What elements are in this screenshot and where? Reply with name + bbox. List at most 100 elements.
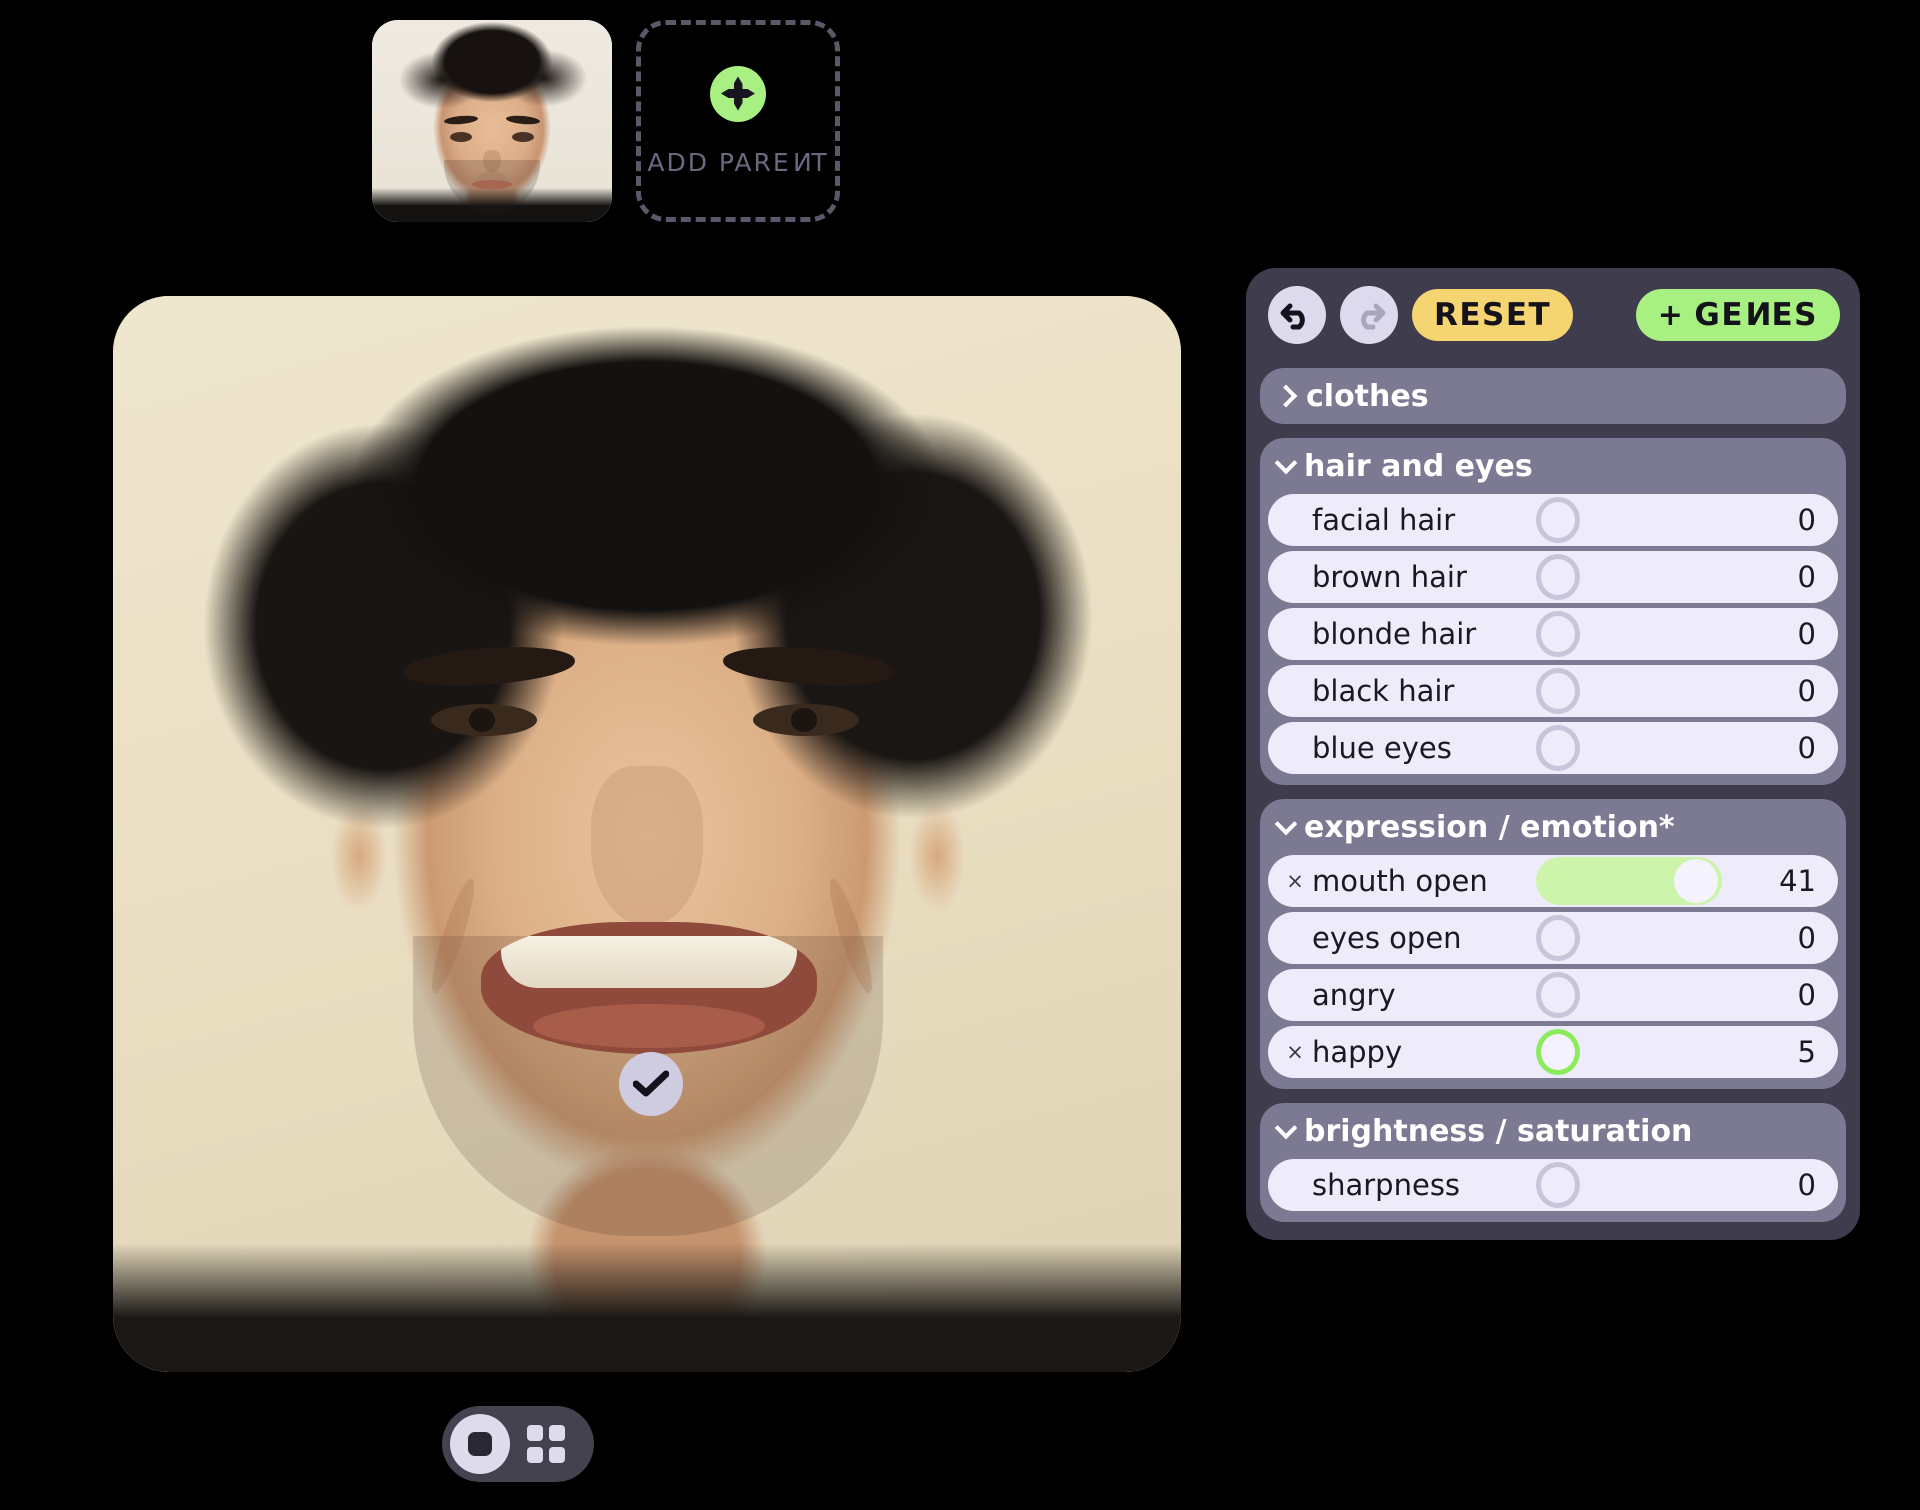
slider-track[interactable]	[1536, 857, 1722, 905]
gene-row[interactable]: ×angry0	[1268, 969, 1838, 1021]
gene-label: eyes open	[1312, 921, 1462, 955]
gene-row[interactable]: ×black hair0	[1268, 665, 1838, 717]
main-mouth	[481, 922, 817, 1054]
check-icon[interactable]	[619, 1052, 683, 1116]
slider-knob[interactable]	[1536, 915, 1580, 961]
gene-group: brightness / saturation×sharpness0	[1260, 1103, 1846, 1222]
gene-panel-toolbar: RESET + GENES	[1260, 282, 1846, 354]
slider-knob[interactable]	[1536, 497, 1580, 543]
gene-row[interactable]: × mouth open 41	[1268, 855, 1838, 907]
parent-brow-right	[505, 114, 541, 126]
remove-gene-icon[interactable]: ×	[1282, 1040, 1308, 1064]
main-lower-lip	[533, 1004, 765, 1048]
main-eye-left	[431, 704, 537, 736]
gene-slider[interactable]	[1536, 667, 1580, 715]
gene-slider[interactable]	[1536, 1028, 1580, 1076]
gene-row[interactable]: ×brown hair0	[1268, 551, 1838, 603]
gene-slider[interactable]	[1536, 553, 1580, 601]
grid-view-icon[interactable]	[516, 1414, 576, 1474]
chevron-down-icon	[1274, 812, 1298, 835]
gene-label: brown hair	[1312, 560, 1467, 594]
gene-row[interactable]: × happy 5	[1268, 1026, 1838, 1078]
plus-icon	[710, 65, 766, 122]
parent-brow-left	[443, 114, 479, 126]
parent-thumbnail[interactable]	[372, 20, 612, 222]
slider-knob[interactable]	[1536, 668, 1580, 714]
gene-slider[interactable]	[1536, 610, 1580, 658]
gene-row[interactable]: ×blonde hair0	[1268, 608, 1838, 660]
gene-group-header-expression-emotion-[interactable]: expression / emotion*	[1260, 799, 1846, 855]
reset-button[interactable]: RESET	[1412, 289, 1574, 341]
gene-label: happy	[1312, 1035, 1403, 1069]
add-parent-button[interactable]: ADD PARENT	[636, 20, 840, 222]
gene-slider[interactable]	[1536, 1161, 1580, 1209]
gene-value: 0	[1797, 617, 1816, 651]
app-root: ADD PARENT RESET + GENES clothes hair an…	[0, 0, 1920, 1510]
gene-row[interactable]: ×blue eyes0	[1268, 722, 1838, 774]
gene-value: 0	[1797, 731, 1816, 765]
gene-group-title: hair and eyes	[1304, 448, 1533, 484]
main-portrait-image	[113, 296, 1181, 1372]
gene-group-header-clothes[interactable]: clothes	[1260, 368, 1846, 424]
gene-value: 5	[1797, 1035, 1816, 1069]
single-view-icon[interactable]	[450, 1414, 510, 1474]
redo-icon[interactable]	[1340, 286, 1398, 344]
main-nose	[591, 766, 703, 926]
slider-knob[interactable]	[1536, 554, 1580, 600]
gene-label: angry	[1312, 978, 1396, 1012]
gene-value: 0	[1797, 1168, 1816, 1202]
grid-cell	[549, 1425, 565, 1441]
gene-group: hair and eyes×facial hair0×brown hair0×b…	[1260, 438, 1846, 785]
gene-group-header-hair-and-eyes[interactable]: hair and eyes	[1260, 438, 1846, 494]
remove-gene-icon[interactable]: ×	[1282, 869, 1308, 893]
gene-label: mouth open	[1312, 864, 1488, 898]
gene-value: 0	[1797, 674, 1816, 708]
gene-slider[interactable]	[1536, 857, 1722, 905]
plus-icon: +	[1657, 297, 1685, 333]
gene-group: clothes	[1260, 368, 1846, 424]
slider-knob[interactable]	[1536, 972, 1580, 1018]
gene-label: black hair	[1312, 674, 1455, 708]
add-genes-label: GENES	[1694, 297, 1818, 333]
chevron-right-icon	[1274, 384, 1298, 408]
gene-label: sharpness	[1312, 1168, 1461, 1202]
grid-cell	[549, 1447, 565, 1463]
view-mode-toolbar	[442, 1406, 594, 1482]
parent-mouth	[472, 180, 512, 189]
gene-row[interactable]: ×sharpness0	[1268, 1159, 1838, 1211]
gene-value: 0	[1797, 978, 1816, 1012]
main-teeth	[501, 936, 797, 988]
gene-slider[interactable]	[1536, 724, 1580, 772]
slider-knob[interactable]	[1536, 611, 1580, 657]
parent-portrait-image	[372, 20, 612, 222]
gene-value: 0	[1797, 503, 1816, 537]
chevron-down-icon	[1274, 451, 1298, 474]
gene-label: blue eyes	[1312, 731, 1452, 765]
gene-label: facial hair	[1312, 503, 1456, 537]
gene-value: 0	[1797, 921, 1816, 955]
gene-group: expression / emotion*×mouth open41×eyes …	[1260, 799, 1846, 1089]
gene-row[interactable]: ×eyes open0	[1268, 912, 1838, 964]
gene-value: 41	[1779, 864, 1816, 898]
grid-cell	[527, 1447, 543, 1463]
gene-slider[interactable]	[1536, 971, 1580, 1019]
main-image-card[interactable]	[113, 296, 1181, 1372]
slider-knob[interactable]	[1536, 1162, 1580, 1208]
gene-slider[interactable]	[1536, 496, 1580, 544]
gene-group-title: clothes	[1306, 378, 1429, 414]
gene-slider[interactable]	[1536, 914, 1580, 962]
add-parent-label: ADD PARENT	[647, 147, 829, 177]
gene-value: 0	[1797, 560, 1816, 594]
chevron-down-icon	[1274, 1116, 1298, 1139]
grid-cell	[527, 1425, 543, 1441]
gene-group-header-brightness-saturation[interactable]: brightness / saturation	[1260, 1103, 1846, 1159]
slider-knob[interactable]	[1674, 859, 1718, 903]
gene-group-title: brightness / saturation	[1304, 1113, 1693, 1149]
gene-row[interactable]: ×facial hair0	[1268, 494, 1838, 546]
add-genes-button[interactable]: + GENES	[1635, 289, 1840, 341]
parents-strip: ADD PARENT	[372, 20, 840, 222]
undo-icon[interactable]	[1268, 286, 1326, 344]
parent-eye-left	[450, 132, 472, 142]
slider-knob[interactable]	[1536, 1029, 1580, 1075]
slider-knob[interactable]	[1536, 725, 1580, 771]
